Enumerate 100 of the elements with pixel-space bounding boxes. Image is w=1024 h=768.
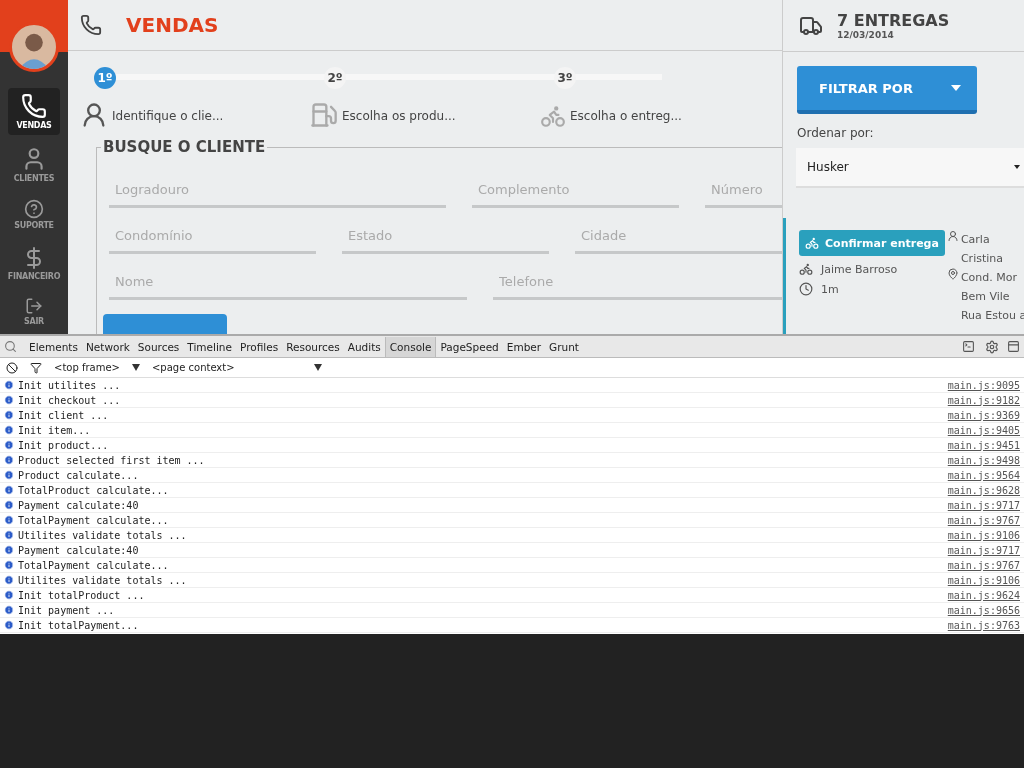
sort-label: Ordenar por: bbox=[797, 126, 875, 140]
info-icon bbox=[4, 500, 14, 510]
input-field[interactable]: Logradouro bbox=[109, 176, 446, 208]
step-badge: 1º bbox=[94, 66, 116, 89]
source-link[interactable]: main.js:9564 bbox=[947, 469, 1020, 481]
source-link[interactable]: main.js:9656 bbox=[947, 604, 1020, 616]
source-link[interactable]: main.js:9369 bbox=[947, 409, 1020, 421]
sort-select[interactable]: Husker bbox=[796, 148, 1024, 188]
devtools-tab[interactable]: Console bbox=[384, 336, 437, 357]
delivery-date: 12/03/2014 bbox=[837, 30, 895, 40]
console-message: TotalPayment calculate... bbox=[18, 559, 170, 571]
console-message: Payment calculate:40 bbox=[18, 499, 140, 511]
devtools-tab[interactable]: Audits bbox=[343, 336, 385, 357]
source-link[interactable]: main.js:9451 bbox=[947, 439, 1020, 451]
console-message: TotalPayment calculate... bbox=[18, 514, 170, 526]
bike-icon bbox=[540, 103, 566, 129]
devtools-tab[interactable]: Network bbox=[81, 336, 134, 357]
info-icon bbox=[4, 605, 14, 615]
exit-icon bbox=[25, 297, 43, 315]
caret-icon bbox=[132, 364, 140, 371]
step-badge: 2º bbox=[324, 66, 346, 89]
context-select[interactable]: <page context> bbox=[152, 362, 302, 373]
source-link[interactable]: main.js:9767 bbox=[947, 559, 1020, 571]
console-message: Product calculate... bbox=[18, 469, 140, 481]
devtools-tab[interactable]: Resources bbox=[282, 336, 344, 357]
input-field[interactable]: Número bbox=[705, 176, 782, 208]
caret-icon bbox=[951, 85, 961, 91]
phone-icon bbox=[80, 13, 102, 36]
info-icon bbox=[4, 485, 14, 495]
step-label[interactable]: Identifique o clie... bbox=[112, 109, 224, 129]
sidebar-item[interactable]: VENDAS bbox=[8, 88, 60, 135]
source-link[interactable]: main.js:9182 bbox=[947, 394, 1020, 406]
input-field[interactable]: Cidade bbox=[575, 222, 782, 254]
devtools-tab[interactable]: Timeline bbox=[183, 336, 236, 357]
source-link[interactable]: main.js:9624 bbox=[947, 589, 1020, 601]
console-message: Init client ... bbox=[18, 409, 110, 421]
input-field[interactable]: Condomínio bbox=[109, 222, 316, 254]
input-field[interactable]: Estado bbox=[342, 222, 549, 254]
devtools-tab[interactable]: PageSpeed bbox=[436, 336, 503, 357]
phone-icon bbox=[21, 93, 47, 119]
person-icon bbox=[946, 230, 959, 242]
dock-icon[interactable] bbox=[1007, 340, 1020, 353]
source-link[interactable]: main.js:9095 bbox=[947, 379, 1020, 391]
sidebar-item[interactable]: SAIR bbox=[8, 292, 60, 331]
devtools-tab[interactable]: Profiles bbox=[236, 336, 283, 357]
info-icon bbox=[4, 470, 14, 480]
source-link[interactable]: main.js:9498 bbox=[947, 454, 1020, 466]
console-message: Init totalProduct ... bbox=[18, 589, 146, 601]
console-message: Utilites validate totals ... bbox=[18, 529, 188, 541]
console-message: Init product... bbox=[18, 439, 110, 451]
source-link[interactable]: main.js:9767 bbox=[947, 514, 1020, 526]
delivery-time: 1m bbox=[821, 282, 839, 296]
caret-icon bbox=[314, 364, 322, 371]
info-icon bbox=[4, 455, 14, 465]
source-link[interactable]: main.js:9717 bbox=[947, 544, 1020, 556]
sidebar-item[interactable]: FINANCEIRO bbox=[8, 241, 60, 286]
address-line: Cond. Mor bbox=[960, 270, 1019, 286]
clear-icon[interactable] bbox=[6, 361, 18, 374]
info-icon bbox=[4, 620, 14, 630]
devtools-tab[interactable]: Sources bbox=[133, 336, 184, 357]
caret-icon bbox=[1014, 165, 1021, 169]
settings-icon[interactable] bbox=[985, 339, 999, 354]
carrier-name: Jaime Barroso bbox=[821, 262, 898, 276]
sidebar-item[interactable]: SUPORTE bbox=[8, 194, 60, 235]
source-link[interactable]: main.js:9106 bbox=[947, 529, 1020, 541]
source-link[interactable]: main.js:9717 bbox=[947, 499, 1020, 511]
console-message: Product selected first item ... bbox=[18, 454, 206, 466]
clock-icon bbox=[799, 282, 813, 296]
source-link[interactable]: main.js:9106 bbox=[947, 574, 1020, 586]
devtools-tab[interactable]: Elements bbox=[25, 336, 82, 357]
info-icon bbox=[4, 530, 14, 540]
search-icon[interactable] bbox=[4, 340, 17, 353]
input-field[interactable]: Nome bbox=[109, 268, 468, 300]
sidebar-item[interactable]: CLIENTES bbox=[8, 141, 60, 188]
page-title: VENDAS bbox=[126, 12, 219, 37]
source-link[interactable]: main.js:9628 bbox=[947, 484, 1020, 496]
filter-icon[interactable] bbox=[30, 361, 42, 374]
devtools-tab[interactable]: Ember bbox=[502, 336, 546, 357]
source-link[interactable]: main.js:9763 bbox=[947, 619, 1020, 631]
info-icon bbox=[4, 440, 14, 450]
console-message: Utilites validate totals ... bbox=[18, 574, 188, 586]
address-line: Bem Vile bbox=[960, 289, 1011, 305]
location-icon bbox=[946, 268, 959, 280]
console-drawer-icon[interactable] bbox=[962, 340, 975, 353]
info-icon bbox=[4, 560, 14, 570]
console-message: Init payment ... bbox=[18, 604, 116, 616]
info-icon bbox=[4, 425, 14, 435]
info-icon bbox=[4, 545, 14, 555]
console-message: Init item... bbox=[18, 424, 92, 436]
devtools-tab[interactable]: Grunt bbox=[545, 336, 583, 357]
step-badge: 3º bbox=[554, 66, 576, 89]
step-label[interactable]: Escolha os produ... bbox=[342, 109, 456, 129]
form-legend: BUSQUE O CLIENTE bbox=[101, 138, 268, 156]
input-field[interactable]: Telefone bbox=[493, 268, 782, 300]
source-link[interactable]: main.js:9405 bbox=[947, 424, 1020, 436]
step-label[interactable]: Escolha o entreg... bbox=[570, 109, 682, 129]
client-name: Carla bbox=[960, 232, 991, 248]
info-icon bbox=[4, 575, 14, 585]
frame-select[interactable]: <top frame> bbox=[54, 362, 120, 373]
input-field[interactable]: Complemento bbox=[472, 176, 679, 208]
